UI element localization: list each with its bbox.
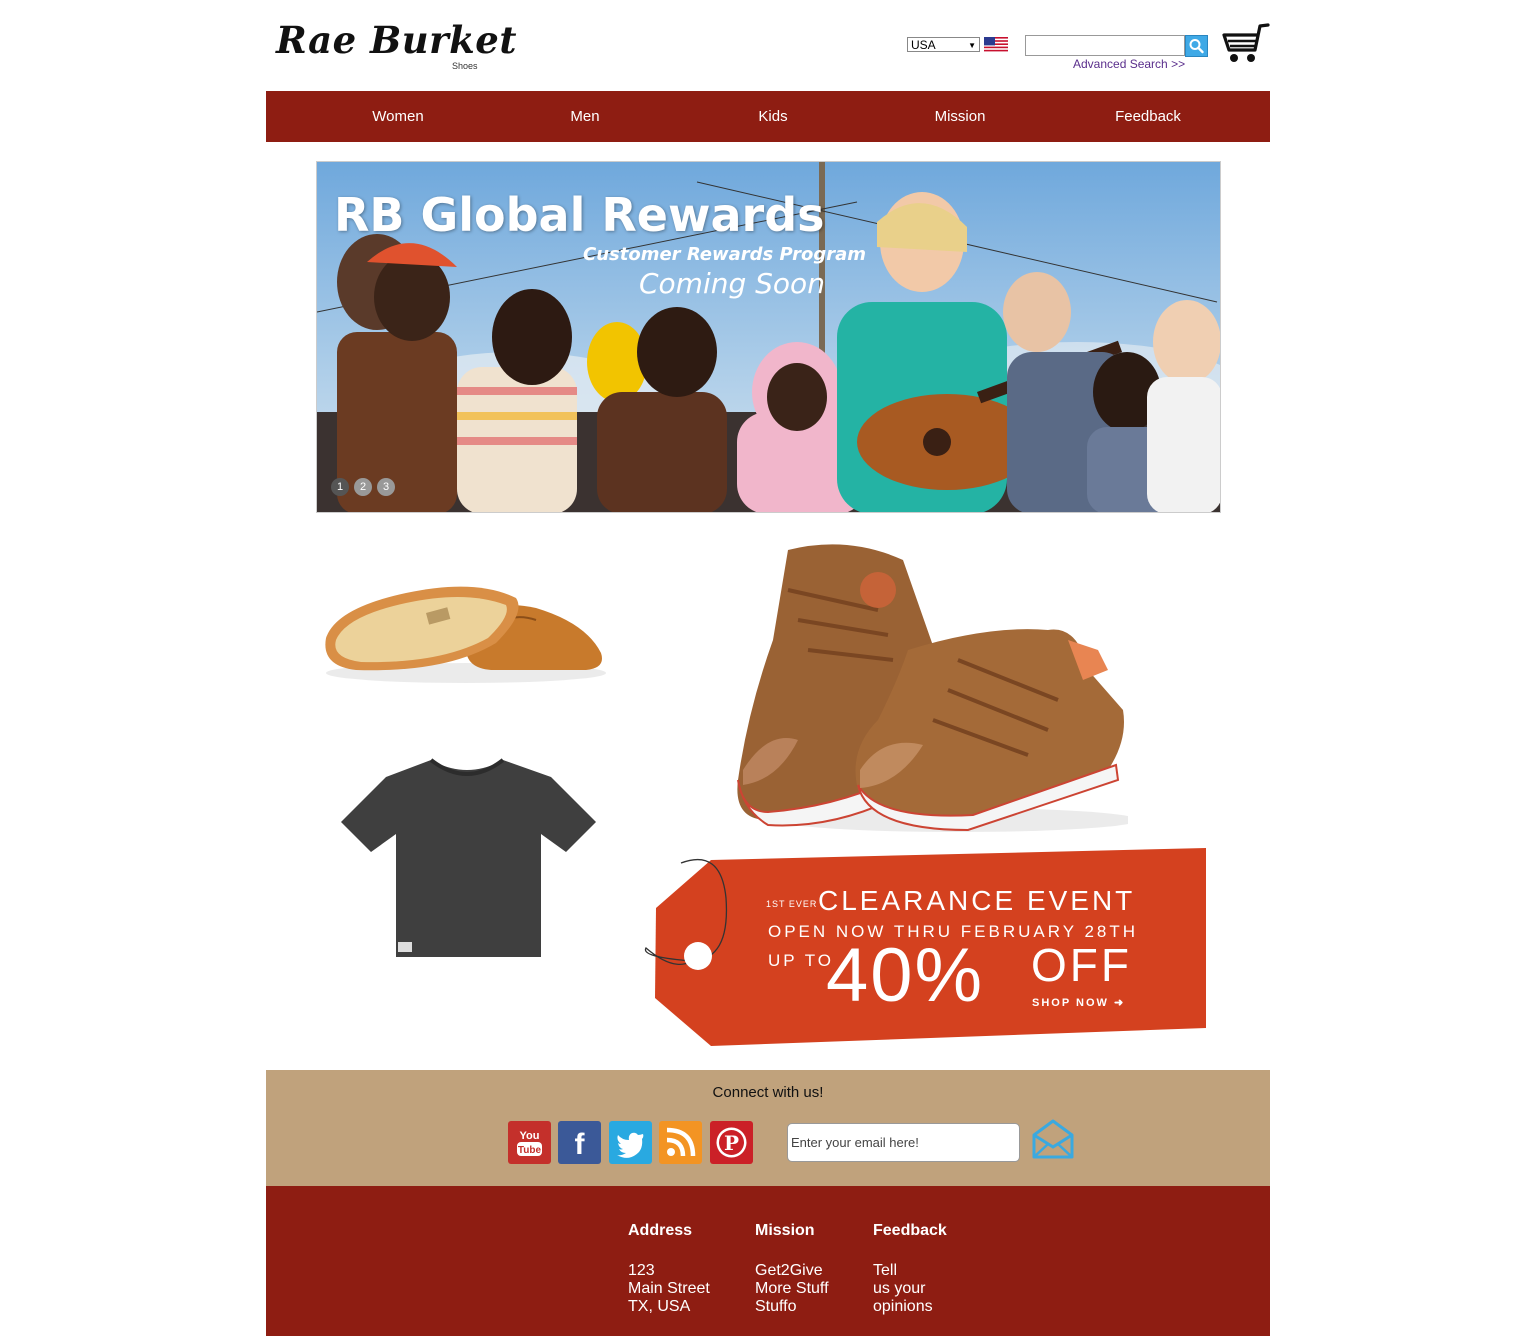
nav-item-kids[interactable]: Kids — [758, 91, 787, 142]
arrow-right-icon: ➜ — [1113, 997, 1126, 1009]
main-nav: Women Men Kids Mission Feedback — [266, 91, 1270, 142]
promo-percent: 40% — [826, 933, 985, 1018]
search-input[interactable] — [1025, 35, 1185, 56]
footer-line: More Stuff — [755, 1280, 829, 1297]
shop-now-label: SHOP NOW — [1032, 997, 1109, 1009]
brand-logo[interactable]: Rae Burket Shoes — [276, 18, 516, 78]
us-flag-icon — [984, 37, 1008, 53]
pinterest-icon: P — [716, 1127, 747, 1158]
facebook-icon: f — [575, 1128, 586, 1161]
nav-item-women[interactable]: Women — [372, 91, 423, 142]
email-field[interactable] — [787, 1123, 1020, 1162]
youtube-button[interactable]: You Tube — [508, 1121, 551, 1164]
country-select[interactable]: USA ▼ — [907, 37, 980, 52]
sneaker-image[interactable] — [728, 530, 1128, 840]
twitter-button[interactable] — [609, 1121, 652, 1164]
nav-item-mission[interactable]: Mission — [935, 91, 986, 142]
footer-line: opinions — [873, 1298, 933, 1315]
promo-off: OFF — [1031, 939, 1132, 991]
brand-sub: Shoes — [452, 61, 478, 71]
svg-text:You: You — [520, 1130, 540, 1142]
connect-section: Connect with us! You Tube f P Enter your… — [266, 1070, 1270, 1186]
promo-up-to: UP TO — [768, 951, 835, 970]
footer-line: Main Street — [628, 1280, 710, 1297]
nav-item-feedback[interactable]: Feedback — [1115, 91, 1181, 142]
footer-line: TX, USA — [628, 1298, 691, 1315]
twitter-icon — [617, 1132, 644, 1158]
footer-col-mission: Mission Get2Give More Stuff Stuffo — [755, 1222, 829, 1316]
slide-dot-2[interactable]: 2 — [354, 478, 372, 496]
footer: Address 123 Main Street TX, USA Mission … — [266, 1186, 1270, 1336]
pinterest-button[interactable]: P — [710, 1121, 753, 1164]
rss-icon — [666, 1127, 696, 1157]
connect-title: Connect with us! — [712, 1084, 824, 1101]
footer-heading-address: Address — [628, 1222, 693, 1239]
shop-now-link[interactable]: SHOP NOW ➜ — [1032, 996, 1125, 1009]
footer-line: 123 — [628, 1262, 655, 1279]
cart-icon[interactable] — [1218, 22, 1270, 66]
footer-line: Get2Give — [755, 1262, 823, 1279]
svg-text:f: f — [575, 1128, 586, 1161]
promo-headline: CLEARANCE EVENT — [818, 885, 1136, 916]
footer-col-feedback: Feedback Tell us your opinions — [873, 1222, 947, 1316]
envelope-icon[interactable] — [1030, 1117, 1076, 1161]
country-selected: USA — [911, 38, 936, 52]
youtube-icon: You Tube — [517, 1130, 542, 1156]
svg-text:Tube: Tube — [518, 1145, 542, 1156]
footer-line: us your — [873, 1280, 926, 1297]
footer-heading-mission[interactable]: Mission — [755, 1222, 829, 1240]
promo-prefix: 1ST EVER — [766, 899, 818, 909]
hero-tagline: Coming Soon — [639, 267, 825, 300]
hero-subtitle: Customer Rewards Program — [583, 244, 867, 265]
search-button[interactable] — [1185, 35, 1208, 57]
svg-text:P: P — [724, 1131, 739, 1155]
hero-banner[interactable]: RB Global Rewards Customer Rewards Progr… — [316, 161, 1221, 513]
slide-dot-1[interactable]: 1 — [331, 478, 349, 496]
footer-line: Tell — [873, 1262, 898, 1279]
facebook-button[interactable]: f — [558, 1121, 601, 1164]
hero-title: RB Global Rewards — [334, 188, 825, 242]
footer-col-address: Address 123 Main Street TX, USA — [628, 1222, 710, 1316]
chevron-down-icon: ▼ — [968, 41, 976, 50]
search-icon — [1189, 39, 1204, 54]
brand-name: Rae Burket — [276, 18, 517, 62]
footer-line: Stuffo — [755, 1298, 797, 1315]
footer-heading-feedback[interactable]: Feedback — [873, 1222, 947, 1240]
nav-item-men[interactable]: Men — [570, 91, 599, 142]
page: Rae Burket Shoes USA ▼ Advanced Search >… — [266, 0, 1270, 1336]
tshirt-image[interactable] — [336, 752, 598, 964]
slide-dot-3[interactable]: 3 — [377, 478, 395, 496]
advanced-search-link[interactable]: Advanced Search >> — [1073, 57, 1185, 71]
oxford-shoe-image[interactable] — [316, 568, 621, 688]
rss-button[interactable] — [659, 1121, 702, 1164]
